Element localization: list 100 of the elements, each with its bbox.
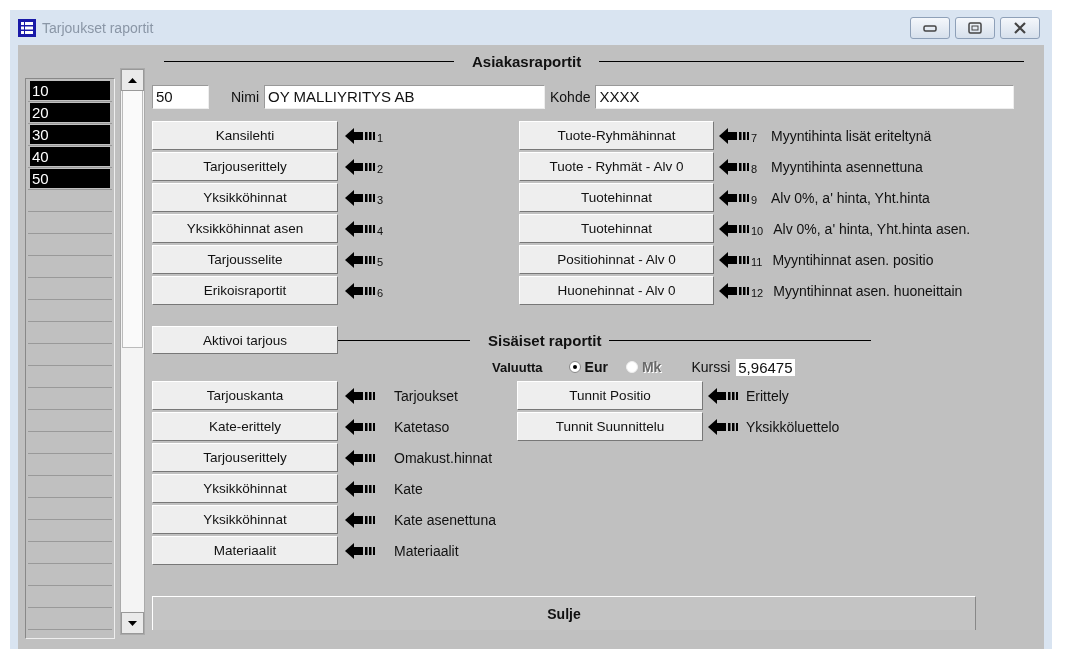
arrow-icon	[708, 387, 738, 404]
maximize-button[interactable]	[955, 16, 995, 39]
report-description: Katetaso	[394, 418, 450, 435]
arrow-icon	[345, 542, 375, 559]
close-button[interactable]: Sulje	[152, 596, 976, 630]
scrollbar[interactable]	[120, 68, 145, 635]
report-description: Myyntihinta lisät eriteltynä	[770, 127, 932, 144]
report-number: 5	[377, 255, 385, 268]
report-number: 2	[377, 162, 385, 175]
report-number: 4	[377, 224, 385, 237]
section-heading: Sisäiset raportit	[487, 331, 603, 349]
arrow-icon	[719, 127, 749, 144]
activate-button[interactable]: Aktivoi tarjous	[152, 326, 338, 354]
report-number: 6	[377, 286, 385, 299]
report-description: Materiaalit	[394, 542, 459, 559]
report-description: Myyntihinta asennettuna	[770, 158, 923, 175]
report-button[interactable]: Tuotehinnat	[519, 214, 714, 243]
report-button[interactable]: Yksikköhinnat asen	[152, 214, 338, 243]
report-button[interactable]: Positiohinnat - Alv 0	[519, 245, 714, 274]
name-field[interactable]: OY MALLIYRITYS AB	[264, 84, 545, 109]
arrow-icon	[345, 282, 375, 299]
arrow-icon	[345, 511, 375, 528]
report-number: 11	[751, 255, 763, 268]
report-number: 12	[751, 286, 764, 299]
report-button[interactable]: Tunnit Positio	[517, 381, 703, 410]
arrow-icon	[719, 251, 749, 268]
report-button[interactable]: Tuote - Ryhmät - Alv 0	[519, 152, 714, 181]
list-item[interactable]: 50	[30, 169, 110, 188]
arrow-icon	[708, 418, 738, 435]
report-button[interactable]: Materiaalit	[152, 536, 338, 565]
report-button[interactable]: Yksikköhinnat	[152, 474, 338, 503]
arrow-icon	[345, 251, 375, 268]
report-button[interactable]: Huonehinnat - Alv 0	[519, 276, 714, 305]
arrow-icon	[345, 449, 375, 466]
arrow-icon	[719, 158, 749, 175]
report-description: Myyntihinnat asen. huoneittain	[772, 282, 963, 299]
report-button[interactable]: Tuotehinnat	[519, 183, 714, 212]
report-number: 7	[751, 131, 759, 144]
number-field[interactable]: 50	[152, 84, 209, 109]
arrow-icon	[719, 282, 749, 299]
field-label: Kohde	[549, 88, 592, 105]
rate-field[interactable]: 5,96475	[736, 358, 795, 376]
report-description: Kate	[394, 480, 423, 497]
report-button[interactable]: Erikoisraportit	[152, 276, 338, 305]
report-button[interactable]: Tarjouserittely	[152, 443, 338, 472]
section-heading: Asiakasraportit	[471, 52, 583, 70]
report-button[interactable]: Tuote-Ryhmähinnat	[519, 121, 714, 150]
list-icon	[18, 18, 36, 37]
close-button[interactable]	[1000, 16, 1040, 39]
list-item[interactable]: 40	[30, 147, 110, 166]
arrow-icon	[719, 220, 749, 237]
report-button[interactable]: Yksikköhinnat	[152, 183, 338, 212]
caret-down-icon	[128, 620, 137, 626]
minimize-icon	[923, 23, 937, 32]
report-number: 10	[751, 224, 764, 237]
radio-label: Eur	[584, 359, 608, 375]
rate-label: Kurssi	[691, 359, 731, 375]
report-button[interactable]: Kansilehti	[152, 121, 338, 150]
arrow-icon	[345, 158, 375, 175]
list-item[interactable]: 20	[30, 103, 110, 122]
list-item[interactable]: 30	[30, 125, 110, 144]
arrow-icon	[345, 418, 375, 435]
report-description: Erittely	[745, 387, 789, 404]
arrow-icon	[345, 189, 375, 206]
minimize-button[interactable]	[910, 16, 950, 39]
caret-up-icon	[128, 77, 137, 83]
report-description: Alv 0%, a' hinta, Yht.hinta	[770, 189, 930, 206]
restore-icon	[968, 21, 982, 34]
report-number: 1	[377, 131, 385, 144]
report-number: 3	[377, 193, 385, 206]
close-icon	[1013, 21, 1027, 34]
report-button[interactable]: Tarjouskanta	[152, 381, 338, 410]
report-description: Kate asenettuna	[394, 511, 496, 528]
radio-button[interactable]	[568, 361, 581, 373]
field-label: Nimi	[230, 88, 260, 105]
target-field[interactable]: XXXX	[595, 84, 1015, 109]
report-button[interactable]: Tarjousselite	[152, 245, 338, 274]
report-description: Tarjoukset	[394, 387, 458, 404]
report-description: Yksikköluettelo	[745, 418, 840, 435]
currency-label: Valuutta	[492, 359, 543, 375]
list-item[interactable]: 10	[30, 81, 110, 100]
report-button[interactable]: Tarjouserittely	[152, 152, 338, 181]
window-title: Tarjoukset raportit	[42, 19, 155, 36]
radio-label: Mk	[641, 359, 662, 375]
report-button[interactable]: Tunnit Suunnittelu	[517, 412, 703, 441]
report-button[interactable]: Yksikköhinnat	[152, 505, 338, 534]
scroll-up-button[interactable]	[121, 69, 144, 91]
arrow-icon	[345, 220, 375, 237]
arrow-icon	[345, 127, 375, 144]
report-description: Myyntihinnat asen. positio	[771, 251, 934, 268]
arrow-icon	[345, 480, 375, 497]
report-number: 8	[751, 162, 759, 175]
report-description: Alv 0%, a' hinta, Yht.hinta asen.	[772, 220, 971, 237]
report-description: Omakust.hinnat	[394, 449, 493, 466]
report-number: 9	[751, 193, 759, 206]
arrow-icon	[345, 387, 375, 404]
scroll-down-button[interactable]	[121, 612, 144, 634]
arrow-icon	[719, 189, 749, 206]
scroll-thumb[interactable]	[122, 91, 143, 348]
report-button[interactable]: Kate-erittely	[152, 412, 338, 441]
